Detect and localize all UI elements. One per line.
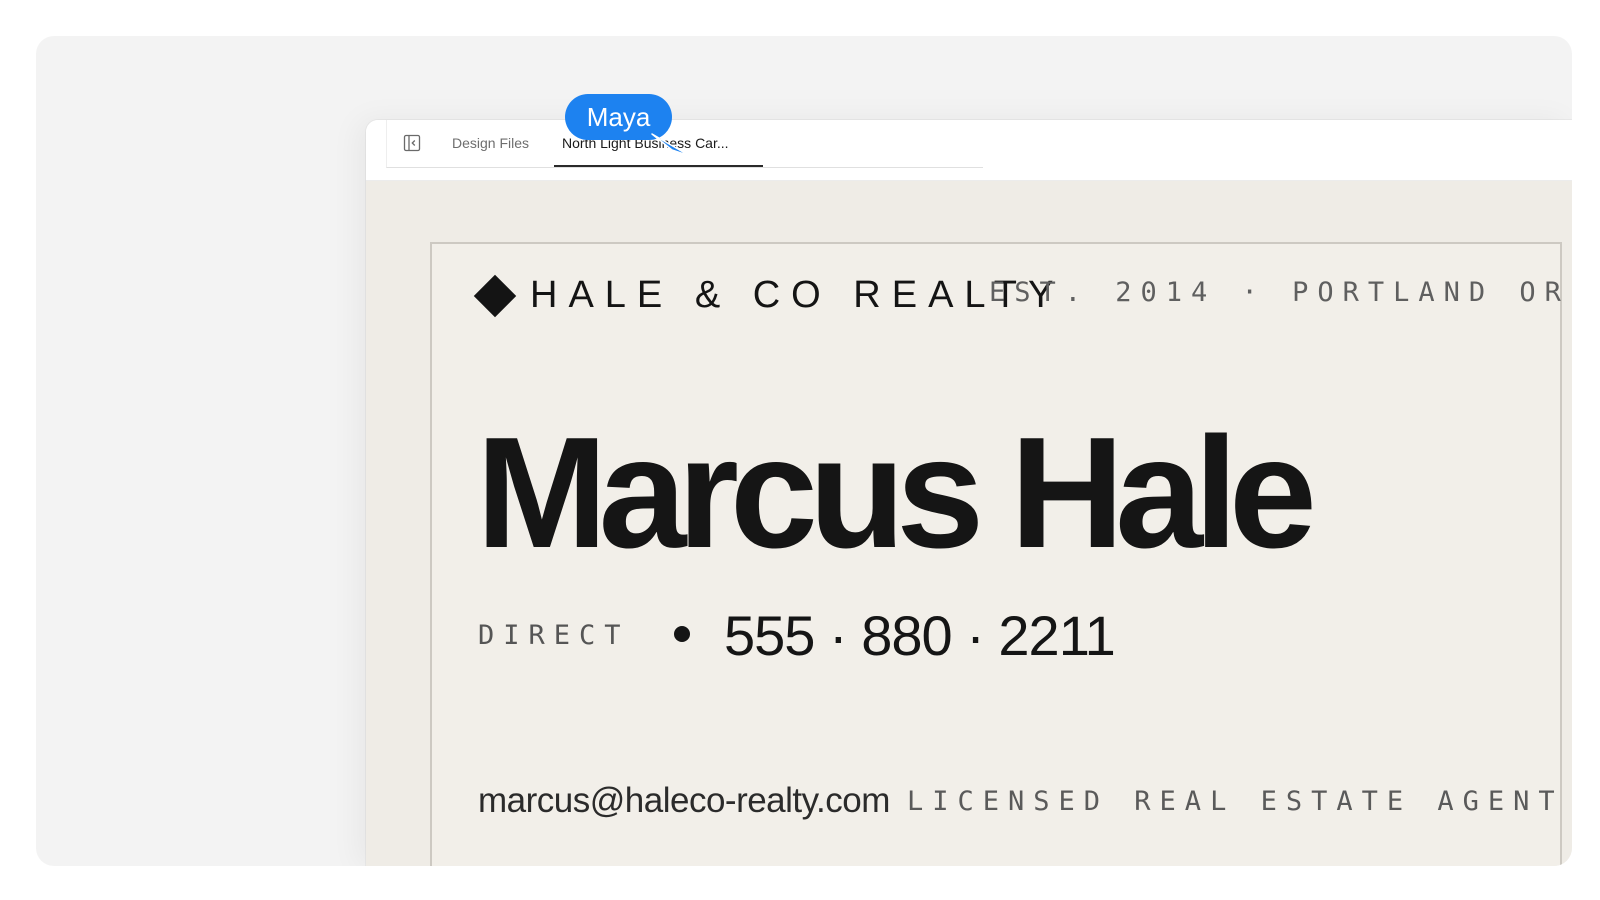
brand-name[interactable]: HALE & CO REALTY bbox=[530, 274, 1064, 317]
license-title[interactable]: LICENSED REAL ESTATE AGENT bbox=[907, 786, 1564, 817]
editor-window: Design Files North Light Business Car...… bbox=[366, 120, 1572, 866]
app-background: Design Files North Light Business Car...… bbox=[36, 36, 1572, 866]
tab-bar: Design Files North Light Business Car... bbox=[366, 120, 1572, 181]
design-canvas[interactable]: HALE & CO REALTY EST. 2014 · PORTLAND OR… bbox=[366, 181, 1572, 866]
agent-name[interactable]: Marcus Hale bbox=[476, 408, 1317, 578]
business-card[interactable]: HALE & CO REALTY EST. 2014 · PORTLAND OR… bbox=[430, 242, 1562, 866]
collaborator-cursor-icon bbox=[651, 133, 691, 157]
bullet-dot-icon bbox=[674, 626, 690, 642]
phone-number[interactable]: 555 · 880 · 2211 bbox=[724, 604, 1116, 668]
tab-design-files[interactable]: Design Files bbox=[452, 134, 529, 152]
direct-label[interactable]: DIRECT bbox=[478, 620, 630, 651]
active-tab-indicator bbox=[554, 165, 763, 167]
diamond-logo-icon bbox=[473, 274, 517, 318]
established-location[interactable]: EST. 2014 · PORTLAND OR bbox=[989, 277, 1570, 308]
email-address[interactable]: marcus@haleco-realty.com bbox=[478, 779, 890, 823]
sidebar-toggle-icon[interactable] bbox=[403, 134, 421, 152]
